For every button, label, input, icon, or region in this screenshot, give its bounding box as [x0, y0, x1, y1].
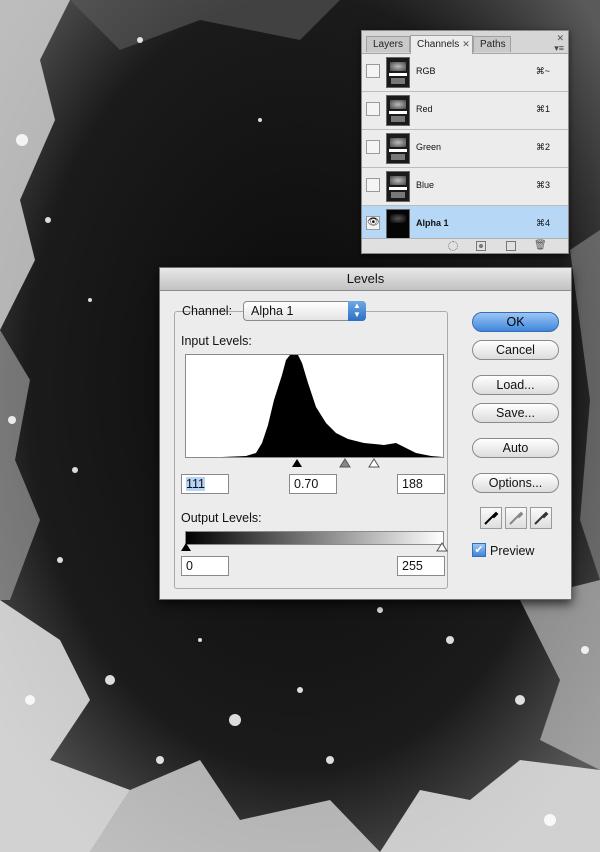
visibility-toggle[interactable] [366, 102, 380, 116]
input-black-field[interactable]: 111 [181, 474, 229, 494]
channel-row-blue[interactable]: Blue ⌘3 [362, 168, 568, 206]
output-black-field[interactable]: 0 [181, 556, 229, 576]
close-tab-icon[interactable]: ✕ [462, 39, 470, 49]
select-arrows-icon: ▲ ▼ [348, 301, 366, 321]
ok-button[interactable]: OK [472, 312, 559, 332]
input-gamma-field[interactable]: 0.70 [289, 474, 337, 494]
channel-list: RGB ⌘~ Red ⌘1 Green ⌘2 Blue ⌘3 👁 Alpha 1… [362, 54, 568, 244]
tab-paths[interactable]: Paths [473, 36, 511, 52]
white-point-slider[interactable] [368, 458, 380, 468]
visibility-toggle[interactable] [366, 140, 380, 154]
levels-dialog: Levels Channel: Alpha 1 ▲ ▼ Input Levels:… [159, 267, 572, 600]
auto-button[interactable]: Auto [472, 438, 559, 458]
panel-menu-icon[interactable]: ▾≡ [554, 43, 564, 54]
channel-thumbnail [386, 171, 410, 202]
visibility-toggle[interactable] [366, 64, 380, 78]
black-eyedropper-icon[interactable] [480, 507, 502, 529]
black-point-slider[interactable] [292, 459, 302, 467]
cancel-button[interactable]: Cancel [472, 340, 559, 360]
channel-name: Alpha 1 [416, 218, 449, 228]
channel-name: Green [416, 142, 442, 152]
save-button[interactable]: Save... [472, 403, 559, 423]
channel-shortcut: ⌘1 [535, 104, 550, 114]
tab-channels[interactable]: Channels ✕ [410, 35, 473, 54]
channel-name: Red [416, 104, 433, 114]
channel-name: RGB [416, 66, 436, 76]
preview-checkbox[interactable]: ✔ [472, 543, 486, 557]
eye-icon[interactable]: 👁 [366, 216, 380, 230]
new-channel-icon[interactable] [506, 241, 516, 251]
output-levels-label: Output Levels: [181, 511, 262, 525]
channel-row-rgb[interactable]: RGB ⌘~ [362, 54, 568, 92]
load-selection-icon[interactable] [448, 241, 458, 251]
channel-shortcut: ⌘2 [535, 142, 550, 152]
output-black-slider[interactable] [181, 543, 191, 551]
white-eyedropper-icon[interactable] [530, 507, 552, 529]
gray-eyedropper-icon[interactable] [505, 507, 527, 529]
channel-select[interactable]: Alpha 1 ▲ ▼ [243, 301, 366, 321]
options-button[interactable]: Options... [472, 473, 559, 493]
input-white-field[interactable]: 188 [397, 474, 445, 494]
channel-shortcut: ⌘4 [535, 218, 550, 228]
channel-label: Channel: [182, 304, 233, 318]
channel-shortcut: ⌘3 [535, 180, 550, 190]
visibility-toggle[interactable] [366, 178, 380, 192]
channel-row-green[interactable]: Green ⌘2 [362, 130, 568, 168]
channel-shortcut: ⌘~ [535, 66, 550, 76]
channels-panel: Layers Channels ✕ Paths ✕ ▾≡ RGB ⌘~ Red ⌘… [361, 30, 569, 254]
output-white-slider[interactable] [436, 542, 448, 552]
channel-name: Blue [416, 180, 435, 190]
input-levels-slider [185, 456, 442, 468]
panel-tab-bar: Layers Channels ✕ Paths ✕ ▾≡ [362, 31, 568, 54]
gamma-slider[interactable] [339, 458, 351, 468]
channel-thumbnail [386, 209, 410, 240]
save-selection-icon[interactable] [476, 241, 486, 251]
panel-footer: 🗑 [362, 238, 568, 253]
preview-label: Preview [490, 544, 535, 558]
trash-icon[interactable]: 🗑 [534, 241, 547, 251]
channel-thumbnail [386, 133, 410, 164]
histogram [185, 354, 444, 458]
input-levels-label: Input Levels: [181, 334, 252, 348]
tab-layers[interactable]: Layers [366, 36, 410, 52]
dialog-title: Levels [160, 268, 571, 291]
channel-thumbnail [386, 57, 410, 88]
load-button[interactable]: Load... [472, 375, 559, 395]
output-white-field[interactable]: 255 [397, 556, 445, 576]
channel-row-red[interactable]: Red ⌘1 [362, 92, 568, 130]
channel-thumbnail [386, 95, 410, 126]
